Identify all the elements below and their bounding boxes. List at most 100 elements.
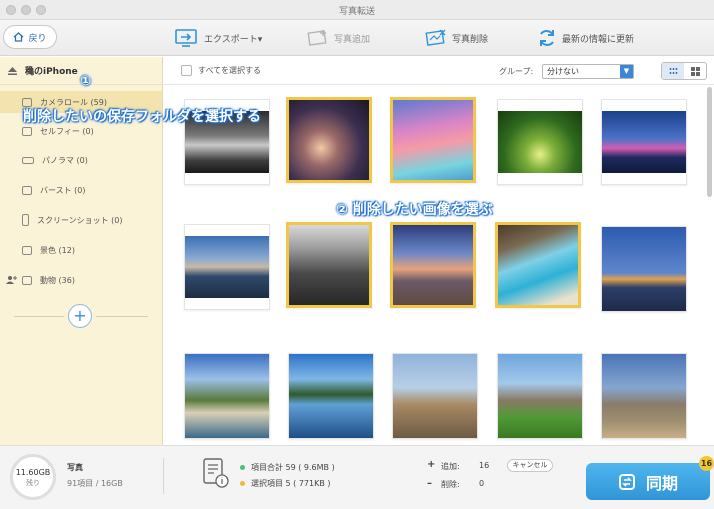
photo-thumbnail-selected[interactable] <box>286 97 372 183</box>
panorama-icon <box>22 156 34 164</box>
window-title: 写真転送 <box>338 7 375 17</box>
add-count-value: 16 <box>479 461 490 470</box>
photo-thumbnail[interactable] <box>184 224 270 310</box>
sidebar-item-label: 景色 (12) <box>40 245 75 255</box>
plus-icon: + <box>427 459 436 470</box>
photo-image <box>289 354 373 438</box>
landscape-icon <box>22 245 32 255</box>
export-button[interactable]: エクスポート▾ <box>175 26 262 50</box>
capacity-value: 11.60GB <box>15 468 51 477</box>
select-all-label: すべてを選択する <box>198 66 261 75</box>
home-icon <box>14 32 24 42</box>
delete-photo-label: 写真削除 <box>452 34 489 45</box>
photo-thumbnail[interactable] <box>288 353 374 439</box>
select-all-checkbox[interactable]: すべてを選択する <box>181 65 261 76</box>
chevron-down-icon: ▼ <box>620 65 633 78</box>
document-info-icon <box>203 458 229 488</box>
photo-image <box>602 354 686 438</box>
group-select-value: 分けない <box>547 67 579 76</box>
photo-image <box>602 227 686 311</box>
photo-thumbnail[interactable] <box>392 353 478 439</box>
add-photo-label: 写真追加 <box>334 34 371 45</box>
main-toolbar: 戻り エクスポート▾ 写真追加 写真削除 最新の情報に更新 <box>0 20 714 56</box>
add-photo-icon <box>307 30 327 46</box>
photo-thumbnail[interactable] <box>601 353 687 439</box>
divider <box>14 316 64 317</box>
photo-image <box>289 100 369 180</box>
photo-image <box>602 111 686 173</box>
sidebar-item-burst[interactable]: バースト (0) <box>0 179 162 201</box>
screenshot-icon <box>22 214 29 226</box>
photo-image <box>185 354 269 438</box>
photo-thumbnail[interactable] <box>601 99 687 185</box>
photo-image <box>289 225 369 305</box>
selfie-icon <box>22 126 32 136</box>
view-toggle <box>661 62 707 80</box>
sync-button[interactable]: 同期 <box>586 463 710 500</box>
photo-image <box>498 354 582 438</box>
checkbox-box[interactable] <box>181 65 192 76</box>
title-bar: 写真転送 <box>0 0 714 20</box>
device-name: 穐のiPhone <box>25 67 78 77</box>
burst-icon <box>22 185 32 195</box>
photo-thumbnail-selected[interactable] <box>286 222 372 308</box>
orange-dot-icon <box>240 481 245 486</box>
photo-thumbnail[interactable] <box>184 353 270 439</box>
refresh-button[interactable]: 最新の情報に更新 <box>537 26 634 50</box>
sync-badge: 16 <box>699 456 714 471</box>
photo-image <box>393 225 473 305</box>
export-button-label: エクスポート▾ <box>204 34 263 45</box>
small-grid-icon <box>668 67 678 75</box>
annotation-step1-number: ① <box>80 74 92 89</box>
small-grid-view-button[interactable] <box>662 63 684 79</box>
sidebar-item-panorama[interactable]: パノラマ (0) <box>0 149 162 171</box>
photo-image <box>498 225 578 305</box>
back-button-label: 戻り <box>28 33 47 44</box>
media-type: 写真 <box>67 463 83 472</box>
selected-items-text: 選択項目 5 ( 771KB ) <box>251 479 331 488</box>
sidebar-item-label: スクリーンショット (0) <box>37 215 123 225</box>
annotation-step1: 削除したいの保存フォルダを選択する <box>23 109 261 125</box>
group-select[interactable]: 分けない ▼ <box>542 64 634 79</box>
green-dot-icon <box>240 465 245 470</box>
photo-thumbnail[interactable] <box>497 353 583 439</box>
minus-icon: – <box>427 478 432 489</box>
animal-icon <box>22 275 32 285</box>
large-grid-view-button[interactable] <box>684 63 706 79</box>
add-photo-button[interactable]: 写真追加 <box>307 26 370 50</box>
back-button[interactable]: 戻り <box>3 25 57 49</box>
selected-items: 選択項目 5 ( 771KB ) <box>240 478 331 489</box>
large-grid-icon <box>690 66 700 76</box>
annotation-step2: ② 削除したい画像を選ぶ <box>336 202 493 218</box>
status-bar: 11.60GB 残り 写真 91項目 / 16GB 項目合計 59 ( 9.6M… <box>0 445 714 509</box>
refresh-icon <box>540 30 554 46</box>
photo-image <box>393 354 477 438</box>
total-items-text: 項目合計 59 ( 9.6MB ) <box>251 463 335 472</box>
capacity-sub: 残り <box>26 479 40 487</box>
sync-icon <box>618 473 635 490</box>
divider <box>163 458 164 494</box>
sidebar-item-animal[interactable]: 動物 (36) <box>0 269 162 291</box>
photo-thumbnail-selected[interactable] <box>390 222 476 308</box>
delete-photo-icon <box>425 29 446 46</box>
photo-thumbnail-selected[interactable] <box>495 222 581 308</box>
sidebar-item-landscape[interactable]: 景色 (12) <box>0 239 162 261</box>
delete-count-label: 削除: <box>441 480 460 489</box>
add-count-label: 追加: <box>441 462 460 471</box>
sidebar-item-label: パノラマ (0) <box>42 155 88 165</box>
photo-thumbnail[interactable] <box>497 99 583 185</box>
eject-icon[interactable] <box>8 66 17 75</box>
add-album-button[interactable]: + <box>68 304 92 328</box>
sidebar-item-screenshot[interactable]: スクリーンショット (0) <box>0 209 162 231</box>
sidebar-item-label: バースト (0) <box>40 185 86 195</box>
delete-photo-button[interactable]: 写真削除 <box>425 26 488 50</box>
photo-thumbnail-selected[interactable] <box>390 97 476 183</box>
media-count: 91項目 / 16GB <box>67 479 123 488</box>
person-add-icon <box>6 276 17 284</box>
cancel-button[interactable]: キャンセル <box>507 459 553 472</box>
photo-thumbnail[interactable] <box>601 226 687 312</box>
group-label: グループ: <box>499 67 534 76</box>
photo-image <box>498 111 582 173</box>
sidebar-item-label: セルフィー (0) <box>40 126 94 136</box>
scrollbar[interactable] <box>707 87 712 197</box>
